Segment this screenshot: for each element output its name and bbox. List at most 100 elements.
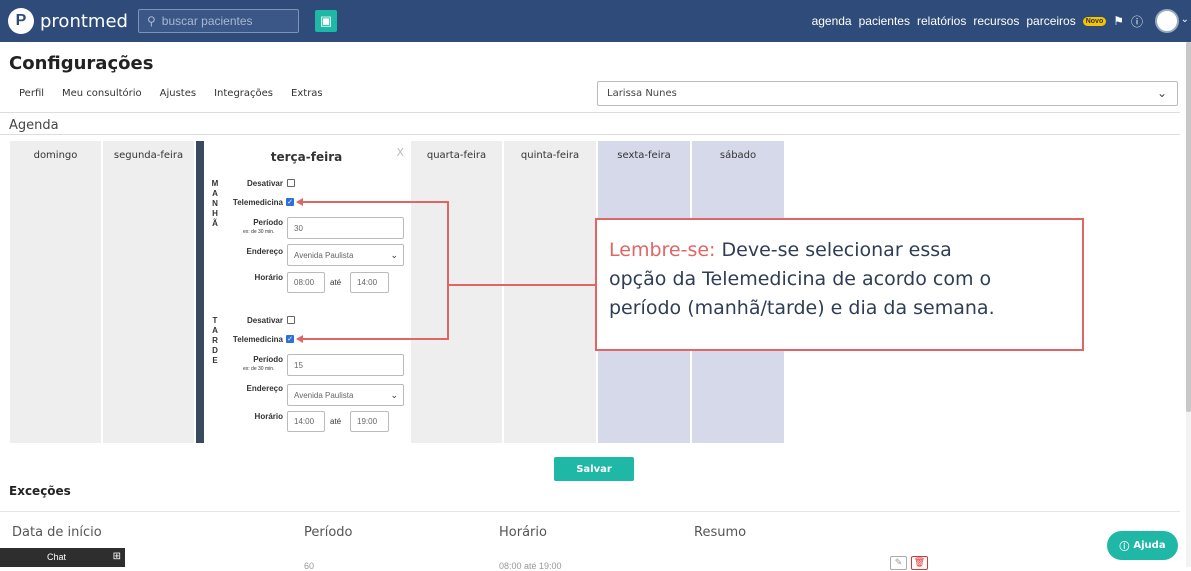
telemedicina-checkbox-manha[interactable]: ✓ xyxy=(286,198,294,206)
endereco-select-manha[interactable]: Avenida Paulista ⌄ xyxy=(287,244,404,266)
tab-ajustes[interactable]: Ajustes xyxy=(160,88,196,99)
logo[interactable]: P prontmed xyxy=(8,8,128,34)
logo-text: prontmed xyxy=(40,10,128,32)
divider xyxy=(0,134,1180,135)
divider xyxy=(0,112,1180,113)
close-icon[interactable]: X xyxy=(396,146,404,159)
annotation-line1: Deve-se selecionar essa xyxy=(721,239,952,261)
scrollbar-thumb[interactable] xyxy=(1186,42,1191,412)
day-column-segunda[interactable]: segunda-feira xyxy=(103,141,194,443)
avatar[interactable] xyxy=(1155,9,1179,33)
edit-icon[interactable]: ✎ xyxy=(890,556,907,570)
save-button[interactable]: Salvar xyxy=(554,457,634,481)
desativar-checkbox-manha[interactable] xyxy=(287,179,295,187)
desativar-label: Desativar xyxy=(246,179,283,188)
horario-inicio-tarde[interactable]: 14:00 xyxy=(287,411,325,432)
day-label: quinta-feira xyxy=(520,150,580,161)
section-title-excecoes: Exceções xyxy=(9,484,71,498)
desativar-label: Desativar xyxy=(246,316,283,325)
telemedicina-checkbox-tarde[interactable]: ✓ xyxy=(286,335,294,343)
tab-perfil[interactable]: Perfil xyxy=(19,88,44,99)
chevron-down-icon: ⌄ xyxy=(390,249,398,260)
column-header-resumo: Resumo xyxy=(694,525,747,540)
day-label: segunda-feira xyxy=(113,150,184,161)
divider xyxy=(0,511,1180,512)
logo-icon: P xyxy=(8,8,34,34)
tab-integracoes[interactable]: Integrações xyxy=(214,88,273,99)
section-title-agenda: Agenda xyxy=(9,118,59,133)
horario-fim-tarde[interactable]: 19:00 xyxy=(350,411,389,432)
horario-label: Horário xyxy=(254,412,283,421)
periodo-input-tarde[interactable]: 15 xyxy=(287,354,404,376)
annotation-arrow-line xyxy=(301,338,448,340)
chevron-down-icon[interactable]: ⌄ xyxy=(1181,14,1189,25)
nav-recursos[interactable]: recursos xyxy=(973,14,1019,28)
endereco-value: Avenida Paulista xyxy=(294,250,354,260)
nav-agenda[interactable]: agenda xyxy=(812,14,852,28)
novo-badge: Novo xyxy=(1082,16,1107,26)
ate-label: até xyxy=(330,278,342,287)
day-column-domingo[interactable]: domingo xyxy=(10,141,101,443)
day-label: terça-feira xyxy=(270,150,343,164)
tab-meu-consultorio[interactable]: Meu consultório xyxy=(62,88,142,99)
help-button[interactable]: ⓘ Ajuda xyxy=(1107,531,1178,560)
endereco-label: Endereço xyxy=(246,384,283,393)
horario-inicio-manha[interactable]: 08:00 xyxy=(287,272,325,293)
search-input[interactable]: ⚲ buscar pacientes xyxy=(138,9,299,33)
search-placeholder: buscar pacientes xyxy=(161,14,253,28)
desativar-checkbox-tarde[interactable] xyxy=(287,316,295,324)
nav-parceiros[interactable]: parceiros xyxy=(1026,14,1075,28)
endereco-label: Endereço xyxy=(246,247,283,256)
page-title: Configurações xyxy=(9,53,154,74)
horario-fim-manha[interactable]: 14:00 xyxy=(350,272,389,293)
chat-bar[interactable]: Chat ⊞ xyxy=(0,548,125,567)
column-header-periodo: Período xyxy=(304,525,353,540)
bell-icon[interactable]: ⚑ xyxy=(1113,14,1124,28)
period-label-tarde: TARDE xyxy=(212,316,218,365)
endereco-select-tarde[interactable]: Avenida Paulista ⌄ xyxy=(287,384,404,406)
tab-extras[interactable]: Extras xyxy=(291,88,323,99)
telemedicina-label: Telemedicina xyxy=(232,335,283,344)
annotation-callout: Lembre-se: Deve-se selecionar essa opção… xyxy=(595,218,1084,351)
gift-icon[interactable]: ▣ xyxy=(315,10,337,32)
chevron-down-icon: ⌄ xyxy=(390,389,398,400)
annotation-arrow-line xyxy=(301,201,448,203)
nav-pacientes[interactable]: pacientes xyxy=(859,14,910,28)
day-label: sábado xyxy=(719,150,757,161)
column-header-data-inicio: Data de início xyxy=(12,525,102,540)
nav-relatorios[interactable]: relatórios xyxy=(917,14,966,28)
professional-select-value: Larissa Nunes xyxy=(607,88,677,99)
settings-tabs: Perfil Meu consultório Ajustes Integraçõ… xyxy=(19,88,323,99)
annotation-line3: período (manhã/tarde) e dia da semana. xyxy=(609,297,995,319)
help-circle-icon[interactable]: ⓘ xyxy=(1131,13,1143,30)
help-circle-icon: ⓘ xyxy=(1119,542,1130,553)
annotation-arrow-line xyxy=(447,284,596,286)
help-label: Ajuda xyxy=(1133,540,1166,551)
periodo-hint: ex: de 30 min. xyxy=(243,229,275,235)
row-horario: 08:00 até 19:00 xyxy=(499,561,562,571)
day-label: quarta-feira xyxy=(426,150,487,161)
top-bar: P prontmed ⚲ buscar pacientes ▣ agenda p… xyxy=(0,0,1191,42)
search-icon: ⚲ xyxy=(147,14,156,28)
annotation-arrowhead xyxy=(296,198,303,206)
annotation-lead: Lembre-se: xyxy=(609,239,716,261)
annotation-line2: opção da Telemedicina de acordo com o xyxy=(609,268,992,290)
annotation-arrowhead xyxy=(296,335,303,343)
ate-label: até xyxy=(330,417,342,426)
chat-label: Chat xyxy=(47,552,67,562)
expand-icon[interactable]: ⊞ xyxy=(113,551,121,562)
periodo-hint: ex: de 30 min. xyxy=(243,366,275,372)
day-label: sexta-feira xyxy=(617,150,671,161)
professional-select[interactable]: Larissa Nunes ⌄ xyxy=(597,81,1178,106)
annotation-arrow-line xyxy=(447,201,449,340)
column-header-horario: Horário xyxy=(499,525,547,540)
chevron-down-icon: ⌄ xyxy=(1156,86,1167,100)
periodo-label: Período xyxy=(253,218,283,227)
trash-icon[interactable]: 🗑 xyxy=(911,556,928,570)
day-column-quarta[interactable]: quarta-feira xyxy=(411,141,502,443)
row-periodo: 60 xyxy=(304,561,315,571)
telemedicina-label: Telemedicina xyxy=(232,198,283,207)
day-label: domingo xyxy=(33,150,78,161)
day-column-quinta[interactable]: quinta-feira xyxy=(504,141,596,443)
periodo-input-manha[interactable]: 30 xyxy=(287,217,404,239)
